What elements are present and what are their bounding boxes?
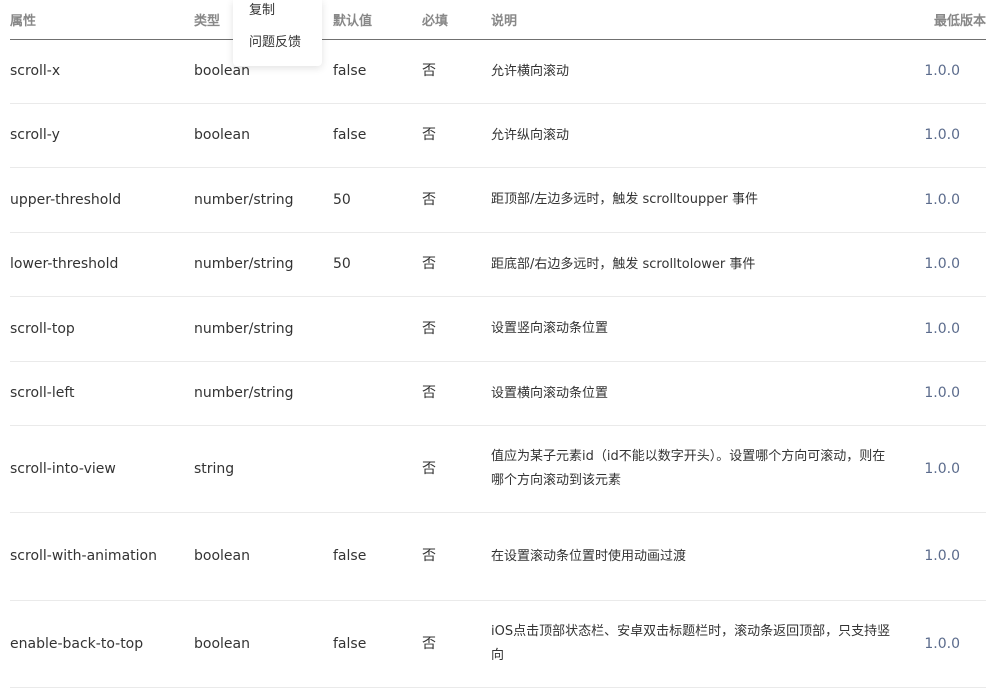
table-row: upper-threshold number/string 50 否 距顶部/左… — [10, 167, 986, 233]
cell-name: scroll-with-animation — [10, 512, 194, 601]
cell-description: 值应为某子元素id（id不能以数字开头）。设置哪个方向可滚动，则在哪个方向滚动到… — [491, 425, 896, 513]
cell-type: number/string — [194, 296, 333, 362]
cell-default: false — [333, 103, 422, 168]
cell-type: string — [194, 425, 333, 513]
cell-type: boolean — [194, 512, 333, 601]
cell-required: 否 — [422, 232, 491, 297]
table-header-row: 属性 类型 默认值 必填 说明 最低版本 — [10, 0, 986, 40]
cell-required: 否 — [422, 296, 491, 362]
cell-name: scroll-y — [10, 103, 194, 168]
cell-version: 1.0.0 — [896, 512, 986, 601]
cell-default: false — [333, 512, 422, 601]
header-version: 最低版本 — [896, 0, 986, 40]
cell-description: iOS点击顶部状态栏、安卓双击标题栏时，滚动条返回顶部，只支持竖向 — [491, 600, 896, 688]
cell-type: number/string — [194, 232, 333, 297]
cell-version: 1.0.0 — [896, 600, 986, 688]
cell-description: 允许横向滚动 — [491, 39, 896, 104]
cell-type: number/string — [194, 361, 333, 426]
header-name: 属性 — [10, 0, 194, 40]
table-row: scroll-into-view string 否 值应为某子元素id（id不能… — [10, 425, 986, 513]
table-row: scroll-with-animation boolean false 否 在设… — [10, 512, 986, 601]
table-row: enable-back-to-top boolean false 否 iOS点击… — [10, 600, 986, 688]
cell-required: 否 — [422, 167, 491, 233]
cell-name: lower-threshold — [10, 232, 194, 297]
table-row: scroll-x boolean false 否 允许横向滚动 1.0.0 — [10, 39, 986, 104]
cell-required: 否 — [422, 425, 491, 513]
cell-default — [333, 425, 422, 513]
cell-name: scroll-into-view — [10, 425, 194, 513]
cell-type: boolean — [194, 103, 333, 168]
page: 属性 类型 默认值 必填 说明 最低版本 scroll-x boolean fa… — [0, 0, 996, 692]
cell-name: upper-threshold — [10, 167, 194, 233]
cell-required: 否 — [422, 39, 491, 104]
cell-default: false — [333, 39, 422, 104]
cell-type: number/string — [194, 167, 333, 233]
cell-description: 设置横向滚动条位置 — [491, 361, 896, 426]
cell-version: 1.0.0 — [896, 39, 986, 104]
cell-version: 1.0.0 — [896, 232, 986, 297]
cell-description: 距顶部/左边多远时，触发 scrolltoupper 事件 — [491, 167, 896, 233]
cell-required: 否 — [422, 361, 491, 426]
cell-version: 1.0.0 — [896, 167, 986, 233]
cell-type: boolean — [194, 600, 333, 688]
copy-menu-item[interactable]: 复制 — [249, 2, 275, 20]
cell-description: 设置竖向滚动条位置 — [491, 296, 896, 362]
properties-table: 属性 类型 默认值 必填 说明 最低版本 scroll-x boolean fa… — [10, 0, 986, 688]
cell-version: 1.0.0 — [896, 361, 986, 426]
header-description: 说明 — [491, 0, 896, 40]
cell-default: false — [333, 600, 422, 688]
cell-description: 在设置滚动条位置时使用动画过渡 — [491, 512, 896, 601]
header-default: 默认值 — [333, 0, 422, 40]
cell-required: 否 — [422, 600, 491, 688]
cell-default: 50 — [333, 232, 422, 297]
cell-name: scroll-left — [10, 361, 194, 426]
cell-default: 50 — [333, 167, 422, 233]
cell-default — [333, 296, 422, 362]
cell-name: scroll-x — [10, 39, 194, 104]
cell-description: 距底部/右边多远时，触发 scrolltolower 事件 — [491, 232, 896, 297]
cell-required: 否 — [422, 103, 491, 168]
cell-required: 否 — [422, 512, 491, 601]
table-row: scroll-left number/string 否 设置横向滚动条位置 1.… — [10, 361, 986, 426]
table-row: scroll-y boolean false 否 允许纵向滚动 1.0.0 — [10, 103, 986, 168]
context-menu: 复制 问题反馈 — [233, 0, 322, 66]
table-row: scroll-top number/string 否 设置竖向滚动条位置 1.0… — [10, 296, 986, 362]
cell-version: 1.0.0 — [896, 296, 986, 362]
cell-default — [333, 361, 422, 426]
cell-description: 允许纵向滚动 — [491, 103, 896, 168]
cell-version: 1.0.0 — [896, 425, 986, 513]
cell-version: 1.0.0 — [896, 103, 986, 168]
feedback-menu-item[interactable]: 问题反馈 — [249, 34, 301, 52]
cell-name: enable-back-to-top — [10, 600, 194, 688]
cell-name: scroll-top — [10, 296, 194, 362]
header-required: 必填 — [422, 0, 491, 40]
table-row: lower-threshold number/string 50 否 距底部/右… — [10, 232, 986, 297]
